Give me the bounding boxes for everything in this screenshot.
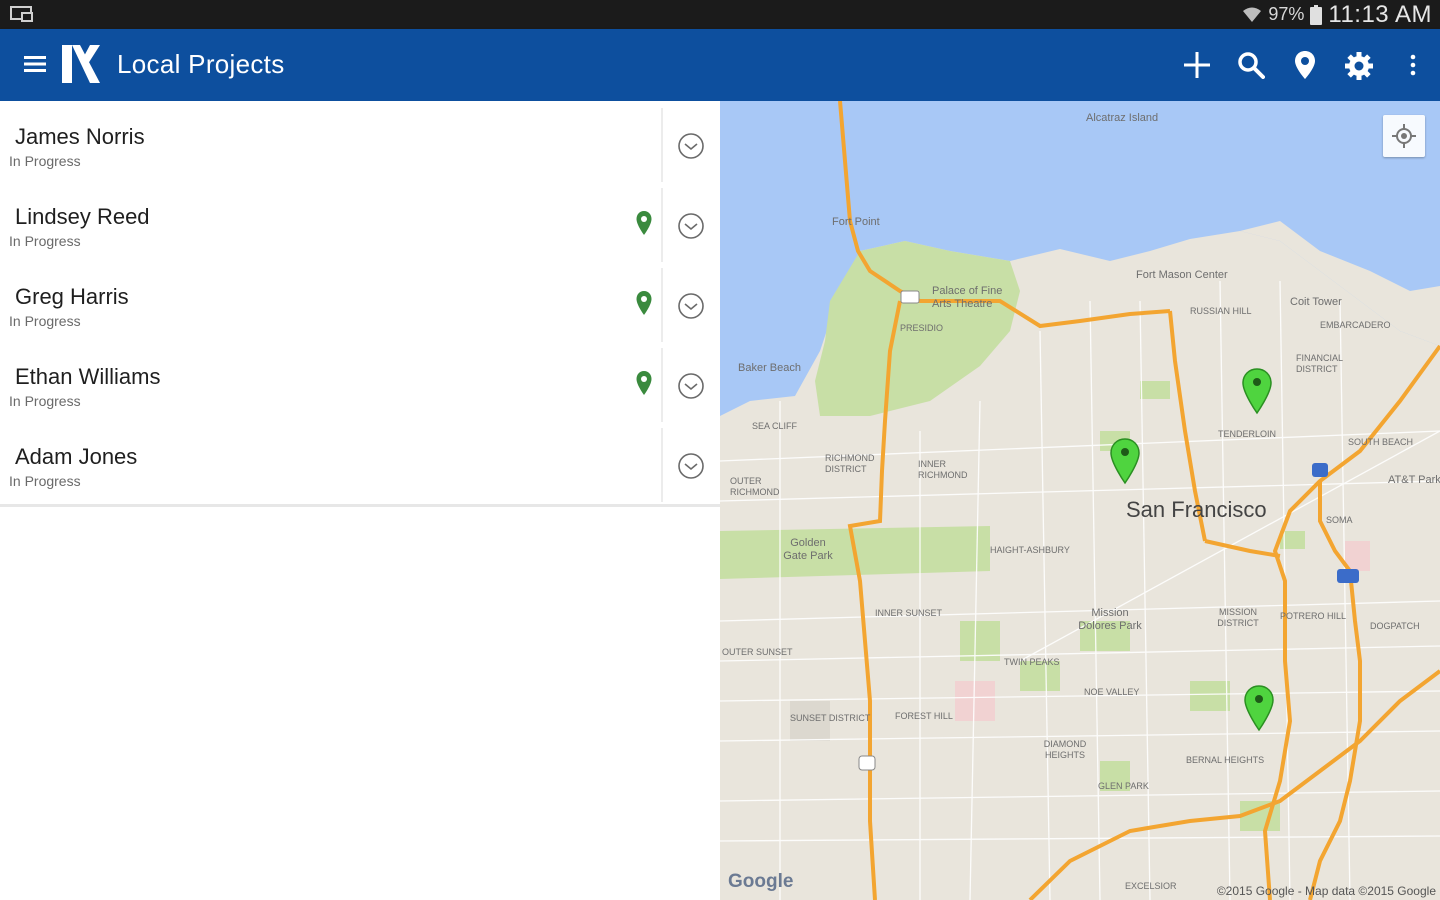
location-pin-icon[interactable] xyxy=(635,370,653,396)
project-status: In Progress xyxy=(9,313,81,329)
map-label: TENDERLOIN xyxy=(1218,429,1277,439)
battery-percent: 97% xyxy=(1268,4,1305,24)
project-name: Lindsey Reed xyxy=(15,204,150,229)
map-label: SEA CLIFF xyxy=(752,421,798,431)
map-label: PRESIDIO xyxy=(900,323,944,333)
app-bar: Local Projects xyxy=(0,29,1440,101)
expand-chevron-icon[interactable] xyxy=(677,292,705,320)
settings-gear-icon[interactable] xyxy=(1344,51,1374,81)
map-label: Palace of Fine Arts Theatre xyxy=(932,285,1003,310)
map-label: OUTER RICHMOND xyxy=(730,476,780,497)
map-label: FINANCIAL DISTRICT xyxy=(1296,353,1343,374)
map-label: SUNSET DISTRICT xyxy=(790,713,871,723)
add-icon[interactable] xyxy=(1183,51,1211,79)
project-name: James Norris xyxy=(15,124,145,149)
project-list: James Norris In Progress Lindsey Reed In… xyxy=(0,101,720,900)
map-label: Baker Beach xyxy=(738,362,801,374)
map-label: AT&T Park xyxy=(1388,474,1440,486)
project-status: In Progress xyxy=(9,393,81,409)
map-label: INNER RICHMOND xyxy=(918,459,968,480)
my-location-button[interactable] xyxy=(1383,115,1425,157)
app-logo-icon xyxy=(62,45,100,83)
project-row[interactable]: Lindsey Reed In Progress xyxy=(0,184,720,267)
project-status: In Progress xyxy=(9,153,81,169)
project-row[interactable]: Greg Harris In Progress xyxy=(0,264,720,347)
map-label: INNER SUNSET xyxy=(875,608,943,618)
expand-chevron-icon[interactable] xyxy=(677,132,705,160)
location-pin-icon[interactable] xyxy=(635,210,653,236)
page-title: Local Projects xyxy=(117,49,285,79)
map-label: POTRERO HILL xyxy=(1280,611,1347,621)
map-label: BERNAL HEIGHTS xyxy=(1186,755,1265,765)
map-label: Alcatraz Island xyxy=(1086,112,1159,124)
project-status: In Progress xyxy=(9,233,81,249)
search-icon[interactable] xyxy=(1237,51,1265,79)
map-canvas[interactable] xyxy=(720,101,1440,900)
expand-chevron-icon[interactable] xyxy=(677,212,705,240)
map-label: TWIN PEAKS xyxy=(1004,657,1060,667)
expand-chevron-icon[interactable] xyxy=(677,452,705,480)
menu-icon[interactable] xyxy=(24,53,48,75)
row-divider xyxy=(661,428,663,502)
row-divider xyxy=(661,268,663,342)
map-label: FOREST HILL xyxy=(895,711,953,721)
map-label: SOMA xyxy=(1326,515,1353,525)
project-row[interactable]: Ethan Williams In Progress xyxy=(0,344,720,427)
map-label: GLEN PARK xyxy=(1098,781,1149,791)
map-label: MISSION DISTRICT xyxy=(1217,607,1259,628)
map-view[interactable]: Alcatraz Island Fort Point Fort Mason Ce… xyxy=(720,101,1440,900)
project-name: Ethan Williams xyxy=(15,364,161,389)
clock: 11:13 AM xyxy=(1328,0,1432,28)
project-name: Adam Jones xyxy=(15,444,138,469)
map-label: RICHMOND DISTRICT xyxy=(825,453,875,474)
project-row[interactable]: Adam Jones In Progress xyxy=(0,424,720,507)
wifi-icon xyxy=(1243,7,1262,22)
row-divider xyxy=(661,348,663,422)
map-label: Coit Tower xyxy=(1290,296,1342,308)
row-divider xyxy=(661,108,663,182)
google-logo: Google xyxy=(728,871,794,892)
city-label: San Francisco xyxy=(1126,497,1267,522)
location-pin-icon[interactable] xyxy=(635,290,653,316)
screen-mirror-icon xyxy=(10,6,33,22)
expand-chevron-icon[interactable] xyxy=(677,372,705,400)
map-label: Fort Mason Center xyxy=(1136,269,1228,281)
project-status: In Progress xyxy=(9,473,81,489)
overflow-menu-icon[interactable] xyxy=(1406,53,1420,77)
map-label: EXCELSIOR xyxy=(1125,881,1177,891)
status-bar: 97% 11:13 AM xyxy=(0,0,1440,29)
map-label: OUTER SUNSET xyxy=(722,647,793,657)
map-label: DIAMOND HEIGHTS xyxy=(1043,739,1087,760)
row-divider xyxy=(661,188,663,262)
map-label: HAIGHT-ASHBURY xyxy=(990,545,1070,555)
project-row[interactable]: James Norris In Progress xyxy=(0,104,720,187)
project-name: Greg Harris xyxy=(15,284,129,309)
map-label: EMBARCADERO xyxy=(1320,320,1391,330)
map-label: RUSSIAN HILL xyxy=(1190,306,1252,316)
map-label: Golden Gate Park xyxy=(783,537,833,562)
map-label: NOE VALLEY xyxy=(1084,687,1140,697)
my-location-icon xyxy=(1392,124,1416,148)
map-label: Fort Point xyxy=(832,216,880,228)
location-pin-icon[interactable] xyxy=(1294,50,1316,80)
map-label: Mission Dolores Park xyxy=(1078,607,1142,632)
map-label: DOGPATCH xyxy=(1370,621,1420,631)
map-attribution: ©2015 Google - Map data ©2015 Google xyxy=(1216,884,1436,898)
battery-icon xyxy=(1310,4,1323,25)
map-label: SOUTH BEACH xyxy=(1348,437,1414,447)
